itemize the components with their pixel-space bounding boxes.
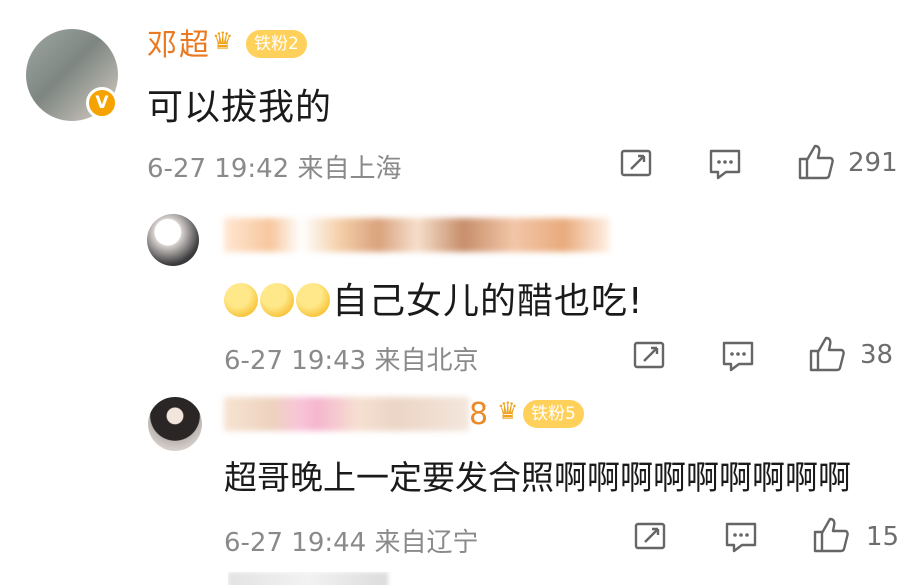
like-count: 291	[848, 148, 898, 178]
like-count: 38	[860, 340, 894, 370]
comment-text-body: 自己女儿的醋也吃!	[332, 281, 644, 322]
share-icon[interactable]	[633, 340, 667, 370]
comment-meta: 6-27 19:44 来自辽宁	[224, 528, 479, 558]
username-blurred[interactable]	[224, 397, 469, 431]
thumbs-up-icon[interactable]	[797, 143, 835, 181]
avatar[interactable]	[147, 214, 199, 266]
comment-text: 超哥晚上一定要发合照啊啊啊啊啊啊啊啊啊	[224, 458, 851, 497]
comment-meta: 6-27 19:42 来自上海	[147, 154, 402, 184]
comment-text: 自己女儿的醋也吃!	[224, 272, 643, 324]
comment-icon[interactable]	[724, 521, 758, 553]
username-suffix[interactable]: 8	[469, 397, 488, 432]
next-comment-cutoff	[228, 572, 408, 585]
comment-icon[interactable]	[721, 340, 755, 372]
grimace-emoji-icon	[260, 283, 294, 317]
crown-icon: ♛	[212, 27, 234, 55]
like-count: 15	[866, 522, 900, 552]
thumbs-up-icon[interactable]	[812, 516, 850, 554]
comment-icon[interactable]	[708, 148, 742, 180]
share-icon[interactable]	[620, 148, 654, 178]
v-badge-icon: V	[86, 87, 118, 119]
avatar[interactable]	[148, 397, 202, 451]
fan-badge[interactable]: 铁粉5	[523, 400, 584, 428]
username-blurred[interactable]	[224, 218, 610, 252]
username[interactable]: 邓超	[147, 20, 211, 64]
share-icon[interactable]	[634, 521, 668, 551]
grimace-emoji-icon	[296, 283, 330, 317]
grimace-emoji-icon	[224, 283, 258, 317]
comment-meta: 6-27 19:43 来自北京	[224, 346, 479, 376]
comment-text: 可以拔我的	[147, 87, 333, 128]
fan-badge[interactable]: 铁粉2	[246, 30, 307, 58]
thumbs-up-icon[interactable]	[808, 335, 846, 373]
crown-icon: ♛	[497, 397, 519, 425]
